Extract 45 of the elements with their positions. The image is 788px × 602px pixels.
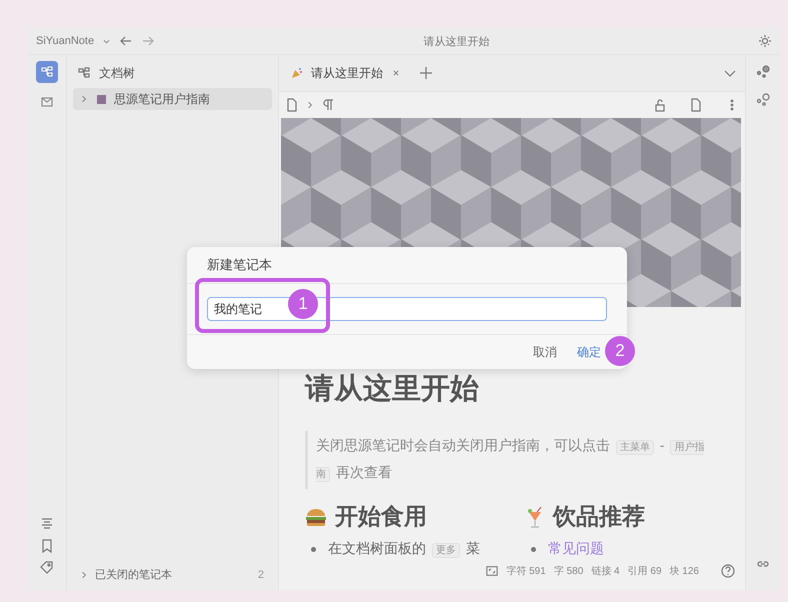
closed-notebooks-label[interactable]: 已关闭的笔记本 [95,567,172,582]
list-item-text: 在文档树面板的 更多 菜 [328,540,480,558]
document-icon[interactable] [285,98,299,112]
section-heading: 开始食用 [335,502,427,531]
graph-icon[interactable] [756,65,770,79]
window-title: 请从这里开始 [422,34,491,48]
panel-title: 文档树 [99,64,135,82]
document-icon[interactable] [689,98,703,112]
dock-button[interactable] [36,61,58,83]
unlock-icon[interactable] [653,98,667,112]
bullet-icon [311,546,316,552]
tag-icon[interactable] [40,561,54,575]
burger-icon [305,506,327,526]
add-tab-icon[interactable] [419,66,433,80]
paragraph-icon[interactable] [321,98,335,112]
cancel-button[interactable]: 取消 [533,344,557,361]
mail-icon [40,95,54,109]
confirm-button[interactable]: 确定 [577,344,601,361]
section-heading: 饮品推荐 [553,502,645,531]
status-count: 引用 69 [628,565,662,578]
close-icon[interactable] [391,68,401,78]
closed-count: 2 [258,568,264,580]
document-title: 请从这里开始 [305,372,480,407]
file-tree-icon [40,65,54,79]
dialog-title: 新建笔记本 [187,247,627,284]
notebook-item[interactable]: 思源笔记用户指南 [73,88,272,110]
back-arrow-icon[interactable] [119,34,134,48]
link[interactable]: 常见问题 [548,540,604,558]
help-icon[interactable] [721,564,735,578]
file-tree-icon[interactable] [77,66,91,80]
document-tab[interactable]: 请从这里开始 [287,60,405,86]
status-count: 链接 4 [591,564,620,578]
forward-arrow-icon[interactable] [141,34,156,48]
bookmark-icon[interactable] [40,539,54,553]
status-count: 字符 591 [506,564,546,578]
fullscreen-icon[interactable] [486,565,498,577]
graph-outline-icon[interactable] [756,93,770,107]
sun-icon[interactable] [758,34,772,48]
notebook-name: 思源笔记用户指南 [114,90,210,108]
app-menu[interactable]: SiYuanNote [36,35,94,47]
status-count: 块 126 [670,564,699,578]
status-count: 字 580 [554,564,584,578]
party-popper-icon [291,67,303,79]
bullet-icon [531,546,536,552]
outline-icon[interactable] [40,517,54,531]
